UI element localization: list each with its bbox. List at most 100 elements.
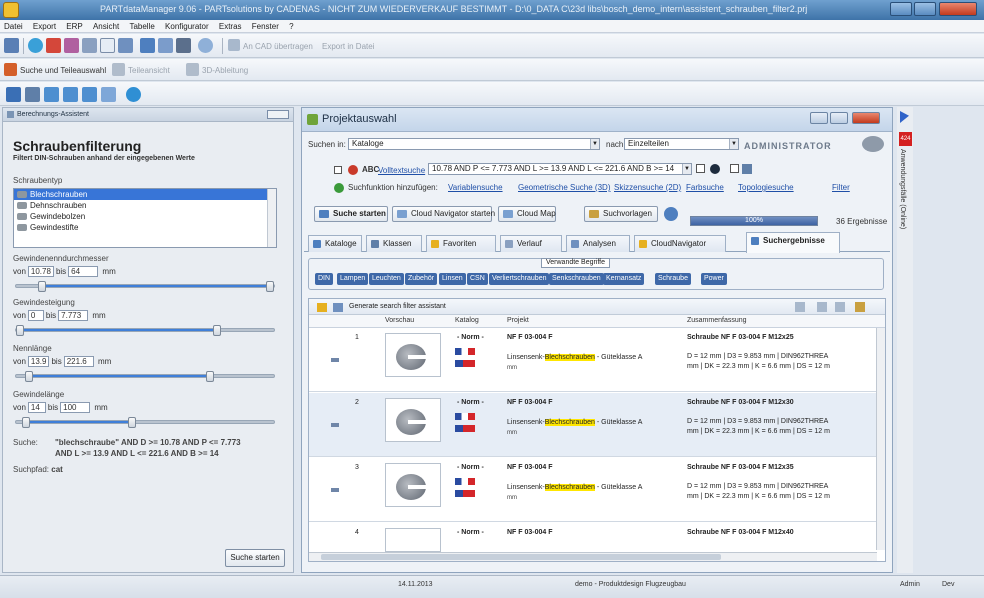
notification-badge[interactable]: 424 [899, 132, 912, 146]
close-button[interactable] [852, 112, 880, 124]
list-item[interactable]: Gewindestifte [14, 222, 276, 233]
globe-icon[interactable] [28, 38, 43, 53]
related-term-tag[interactable]: Verliertschrauben [489, 273, 550, 285]
columns-icon[interactable] [140, 38, 155, 53]
menu-help[interactable]: ? [285, 20, 297, 31]
slider-thumb-min[interactable] [37, 281, 46, 292]
filter-assistant-button[interactable]: Generate search filter assistant [349, 299, 446, 315]
slider-thumb-min[interactable] [24, 371, 33, 382]
related-term-tag[interactable]: Leuchten [369, 273, 404, 285]
slider-thumb-max[interactable] [128, 417, 137, 428]
column-preview[interactable]: Vorschau [385, 317, 414, 324]
export-icon[interactable] [855, 302, 865, 312]
image-icon[interactable] [101, 87, 116, 102]
cloud-navigator-button[interactable]: Cloud Navigator starten [392, 206, 495, 222]
minimize-button[interactable] [810, 112, 828, 124]
menu-ansicht[interactable]: Ansicht [89, 20, 123, 31]
help-icon[interactable] [664, 207, 678, 221]
database-icon[interactable] [25, 87, 40, 102]
diameter-to-input[interactable]: 64 [68, 266, 99, 277]
menu-erp[interactable]: ERP [62, 20, 86, 31]
related-term-tag[interactable]: Lampen [337, 273, 369, 285]
slider-thumb-max[interactable] [213, 325, 222, 336]
search-templates-button[interactable]: Suchvorlagen [584, 206, 658, 222]
thread-length-from-input[interactable]: 14 [27, 402, 46, 413]
3d-derivation-tab[interactable]: 3D-Ableitung [202, 66, 248, 75]
cube-icon[interactable] [44, 87, 59, 102]
grid-view-icon[interactable] [817, 302, 827, 312]
related-term-tag[interactable]: Power [701, 273, 727, 285]
pitch-slider[interactable] [15, 325, 275, 336]
geometric-search-link[interactable]: Geometrische Suche (3D) [518, 183, 610, 192]
use-cases-tab[interactable]: Anwendungsfälle (Online) [899, 149, 906, 229]
length-slider[interactable] [15, 371, 275, 382]
tab-analyses[interactable]: Analysen [566, 235, 630, 252]
search-in-select[interactable]: Kataloge ▼ [348, 138, 600, 150]
menu-tabelle[interactable]: Tabelle [125, 20, 158, 31]
length-to-input[interactable]: 221.6 [63, 356, 94, 367]
assistant-icon[interactable] [333, 303, 343, 312]
columns-icon[interactable] [835, 302, 845, 312]
length-from-input[interactable]: 13.9 [27, 356, 50, 367]
results-horizontal-scrollbar[interactable] [309, 552, 877, 561]
option-checkbox[interactable] [730, 164, 739, 173]
remove-icon[interactable] [348, 165, 358, 175]
table-row[interactable]: 1 - Norm - NF F 03-004 F Linsensenk-Blec… [309, 328, 877, 392]
diameter-from-input[interactable]: 10.78 [27, 266, 54, 277]
slider-thumb-max[interactable] [266, 281, 274, 292]
thread-length-to-input[interactable]: 100 [60, 402, 91, 413]
menu-fenster[interactable]: Fenster [248, 20, 283, 31]
window-icon[interactable] [176, 38, 191, 53]
filter-icon[interactable] [64, 38, 79, 53]
grid-icon[interactable] [4, 38, 19, 53]
tab-catalogs[interactable]: Kataloge [308, 235, 362, 252]
table-row[interactable]: 3 - Norm - NF F 03-004 F Linsensenk-Blec… [309, 458, 877, 522]
diameter-slider[interactable] [15, 281, 275, 292]
slider-thumb-max[interactable] [205, 371, 214, 382]
related-term-tag[interactable]: Linsen [439, 273, 466, 285]
option-checkbox[interactable] [696, 164, 705, 173]
table-row[interactable]: 4 - Norm - NF F 03-004 F Schraube NF F 0… [309, 523, 877, 553]
part-view-tab[interactable]: Teileansicht [128, 66, 170, 75]
related-term-tag[interactable]: Senkschrauben [549, 273, 604, 285]
after-select[interactable]: Einzelteilen ▼ [624, 138, 739, 150]
cloud-map-button[interactable]: Cloud Map [498, 206, 556, 222]
related-term-tag[interactable]: DIN [315, 273, 334, 285]
results-vertical-scrollbar[interactable] [876, 328, 885, 550]
pitch-from-input[interactable]: 0 [27, 310, 44, 321]
column-summary[interactable]: Zusammenfassung [687, 317, 747, 324]
close-button[interactable] [939, 2, 977, 16]
slider-thumb-min[interactable] [22, 417, 31, 428]
menu-extras[interactable]: Extras [215, 20, 246, 31]
fulltext-checkbox[interactable] [334, 166, 342, 174]
counter-icon[interactable] [82, 38, 97, 53]
topology-search-link[interactable]: Topologiesuche [738, 183, 794, 192]
view-icon[interactable] [795, 302, 805, 312]
tab-favorites[interactable]: Favoriten [426, 235, 496, 252]
maximize-button[interactable] [830, 112, 848, 124]
search-parts-tab[interactable]: Suche und Teileauswahl [20, 66, 106, 75]
related-term-tag[interactable]: CSN [467, 273, 488, 285]
pin-icon[interactable] [900, 111, 909, 123]
sketch-search-link[interactable]: Skizzensuche (2D) [614, 183, 681, 192]
pitch-to-input[interactable]: 7.773 [58, 310, 89, 321]
chart-icon[interactable] [46, 38, 61, 53]
menu-konfigurator[interactable]: Konfigurator [161, 20, 213, 31]
column-project[interactable]: Projekt [507, 317, 529, 324]
table-icon[interactable] [118, 38, 133, 53]
table-row[interactable]: 2 - Norm - NF F 03-004 F Linsensenk-Blec… [309, 393, 877, 457]
save-icon[interactable] [710, 164, 720, 174]
screw-type-list[interactable]: Blechschrauben Dehnschrauben Gewindebolz… [13, 188, 277, 248]
tab-cloud-navigator[interactable]: CloudNavigator [634, 235, 726, 252]
tab-history[interactable]: Verlauf [500, 235, 562, 252]
related-term-tag[interactable]: Zubehör [405, 273, 438, 285]
help-icon[interactable] [100, 38, 115, 53]
list-item[interactable]: Blechschrauben [14, 189, 276, 200]
list-icon[interactable] [158, 38, 173, 53]
thread-length-slider[interactable] [15, 417, 275, 428]
maximize-button[interactable] [914, 2, 936, 16]
list-item[interactable]: Dehnschrauben [14, 200, 276, 211]
variable-search-link[interactable]: Variablensuche [448, 183, 503, 192]
share-icon[interactable] [126, 87, 141, 102]
slider-thumb-min[interactable] [16, 325, 24, 336]
